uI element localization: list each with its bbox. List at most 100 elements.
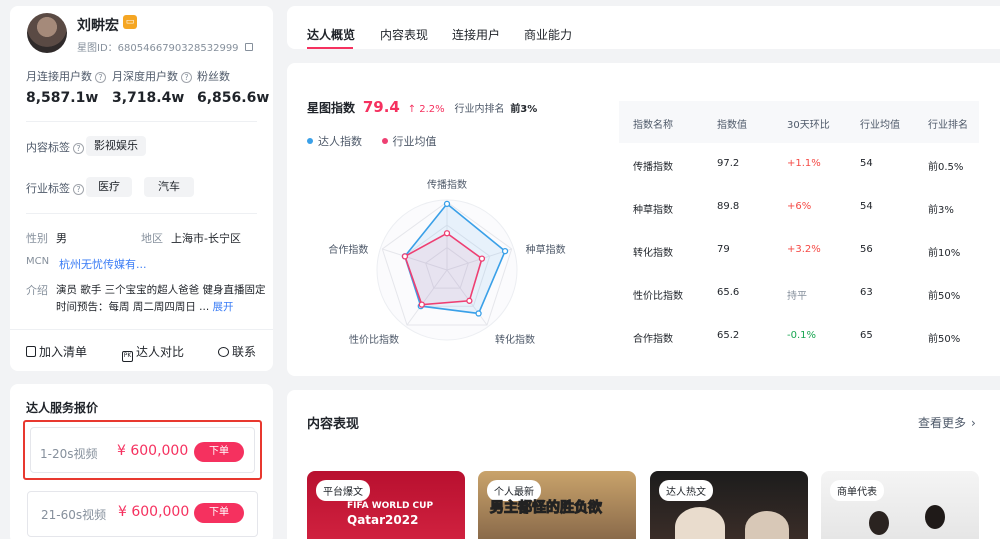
legend-talent: 达人指数 [318,135,362,148]
industry-tag[interactable]: 汽车 [144,177,194,197]
stat-followers: 粉丝数 6,856.6w [197,68,269,106]
help-icon[interactable]: ? [73,184,84,195]
order-button[interactable]: 下单 [194,503,244,523]
radar-point[interactable] [443,230,451,237]
add-list-icon [26,346,36,357]
index-value: 65.2 [717,330,740,341]
thumb-figure [925,505,945,529]
contact-button[interactable]: 联系 [218,343,256,360]
stat-label: 月深度用户数 [112,70,178,83]
region-label: 地区 [141,232,163,245]
radar-point[interactable] [418,301,425,308]
rank-value: 前3% [510,104,538,115]
chevron-right-icon: › [971,416,976,430]
industry-tag[interactable]: 医疗 [86,177,132,197]
tab-overview[interactable]: 达人概览 [307,26,355,43]
divider [26,213,257,214]
price-item-1[interactable]: 1-20s视频 ¥ 600,000 下单 [23,420,262,480]
tab-content-performance[interactable]: 内容表现 [380,26,428,43]
compare-button[interactable]: PK 达人对比 [122,343,184,362]
tab-connected-users[interactable]: 连接用户 [452,26,500,43]
view-more-link[interactable]: 查看更多 › [918,414,976,431]
gender-value: 男 [56,232,67,245]
table-header: 指数名称 [633,120,673,131]
intro-line-2: 时间预告：每周 周二周四周日 ... 展开 [56,301,234,313]
divider [10,329,273,330]
profile-card: 刘畊宏 ▭ 星图ID：6805466790328532999 月连接用户数? 8… [10,6,273,371]
add-list-button[interactable]: 加入清单 [26,343,87,360]
radar-point[interactable] [466,297,473,304]
radar-axis-label: 性价比指数 [349,333,399,346]
content-tag[interactable]: 影视娱乐 [86,136,146,156]
gender-label: 性别 [26,232,48,245]
index-panel: 星图指数 79.4 ↑ 2.2% 行业内排名 前3% 达人指数 行业均值 传播指… [287,63,1000,376]
region-value: 上海市-长宁区 [171,232,241,245]
table-header: 行业排名 [928,120,968,131]
stat-label: 月连接用户数 [26,70,92,83]
index-industry-avg: 65 [860,330,873,341]
mcn-label: MCN [26,256,50,267]
index-change: +6% [787,201,812,212]
radar-point[interactable] [478,255,486,262]
tab-commercial-ability[interactable]: 商业能力 [524,26,572,43]
thumb-text: Qatar2022 [347,513,419,527]
expand-link[interactable]: 展开 [213,301,234,313]
stat-monthly-users: 月连接用户数? 8,587.1w [26,68,106,106]
table-header: 指数值 [717,120,747,131]
star-id-label: 星图ID： [77,43,118,54]
index-name: 性价比指数 [633,291,683,302]
radar-point[interactable] [501,247,509,255]
index-value: 79 [717,244,730,255]
order-button[interactable]: 下单 [194,442,244,462]
price-value: ¥ 600,000 [117,443,189,459]
radar-axis-label: 转化指数 [495,333,535,346]
help-icon[interactable]: ? [73,143,84,154]
index-industry-avg: 63 [860,287,873,298]
mcn-link[interactable]: 杭州无忧传媒有... [59,256,147,272]
content-thumb-4[interactable]: 商单代表 [821,471,979,539]
index-rank: 前10% [928,248,961,259]
thumb-figure [869,511,889,535]
help-icon[interactable]: ? [181,72,192,83]
chart-legend: 达人指数 行业均值 [307,133,437,149]
copy-icon[interactable] [244,43,253,51]
avatar[interactable] [27,13,67,53]
star-id: 星图ID：6805466790328532999 [77,39,253,54]
thumb-text: FIFA WORLD CUP [347,501,434,511]
index-header: 星图指数 79.4 ↑ 2.2% 行业内排名 前3% [307,98,537,116]
help-icon[interactable]: ? [95,72,106,83]
content-tags-label: 内容标签? [26,139,84,155]
index-value: 97.2 [717,158,740,169]
divider [26,121,257,122]
index-name: 种草指数 [633,205,673,216]
radar-point[interactable] [401,253,409,260]
index-name: 转化指数 [633,248,673,259]
price-item-2[interactable]: 21-60s视频 ¥ 600,000 下单 [27,491,258,537]
index-change: ↑ 2.2% [407,104,445,115]
profile-name: 刘畊宏 [77,18,119,34]
compare-icon: PK [122,351,133,362]
content-thumb-2[interactable]: 个人最新 男主都怪的胜负欲 [478,471,636,539]
stat-value: 8,587.1w [26,90,99,106]
index-rank: 前50% [928,334,961,345]
pricing-card: 达人服务报价 1-20s视频 ¥ 600,000 下单 21-60s视频 ¥ 6… [10,384,273,539]
tabs-bar: 达人概览 内容表现 连接用户 商业能力 [287,6,1000,49]
content-title: 内容表现 [307,417,360,432]
chat-icon [218,347,229,357]
shop-badge-icon: ▭ [123,15,137,29]
badge: 平台爆文 [316,480,370,501]
thumb-figure [675,507,725,539]
content-thumb-1[interactable]: 平台爆文 FIFA WORLD CUP Qatar2022 [307,471,465,539]
radar-chart: 传播指数种草指数转化指数 性价比指数 合作指数 [328,178,565,346]
intro-label: 介绍 [26,284,48,297]
pricing-title: 达人服务报价 [26,401,99,415]
radar-point[interactable] [443,200,451,208]
index-value: 89.8 [717,201,740,212]
radar-point[interactable] [475,310,482,317]
badge: 达人热文 [659,480,713,501]
index-rank: 前0.5% [928,162,964,173]
index-rank: 前3% [928,205,954,216]
content-thumb-3[interactable]: 达人热文 [650,471,808,539]
price-value: ¥ 600,000 [118,504,190,520]
intro-line-1: 演员 歌手 三个宝宝的超人爸爸 健身直播固定 [56,284,266,296]
